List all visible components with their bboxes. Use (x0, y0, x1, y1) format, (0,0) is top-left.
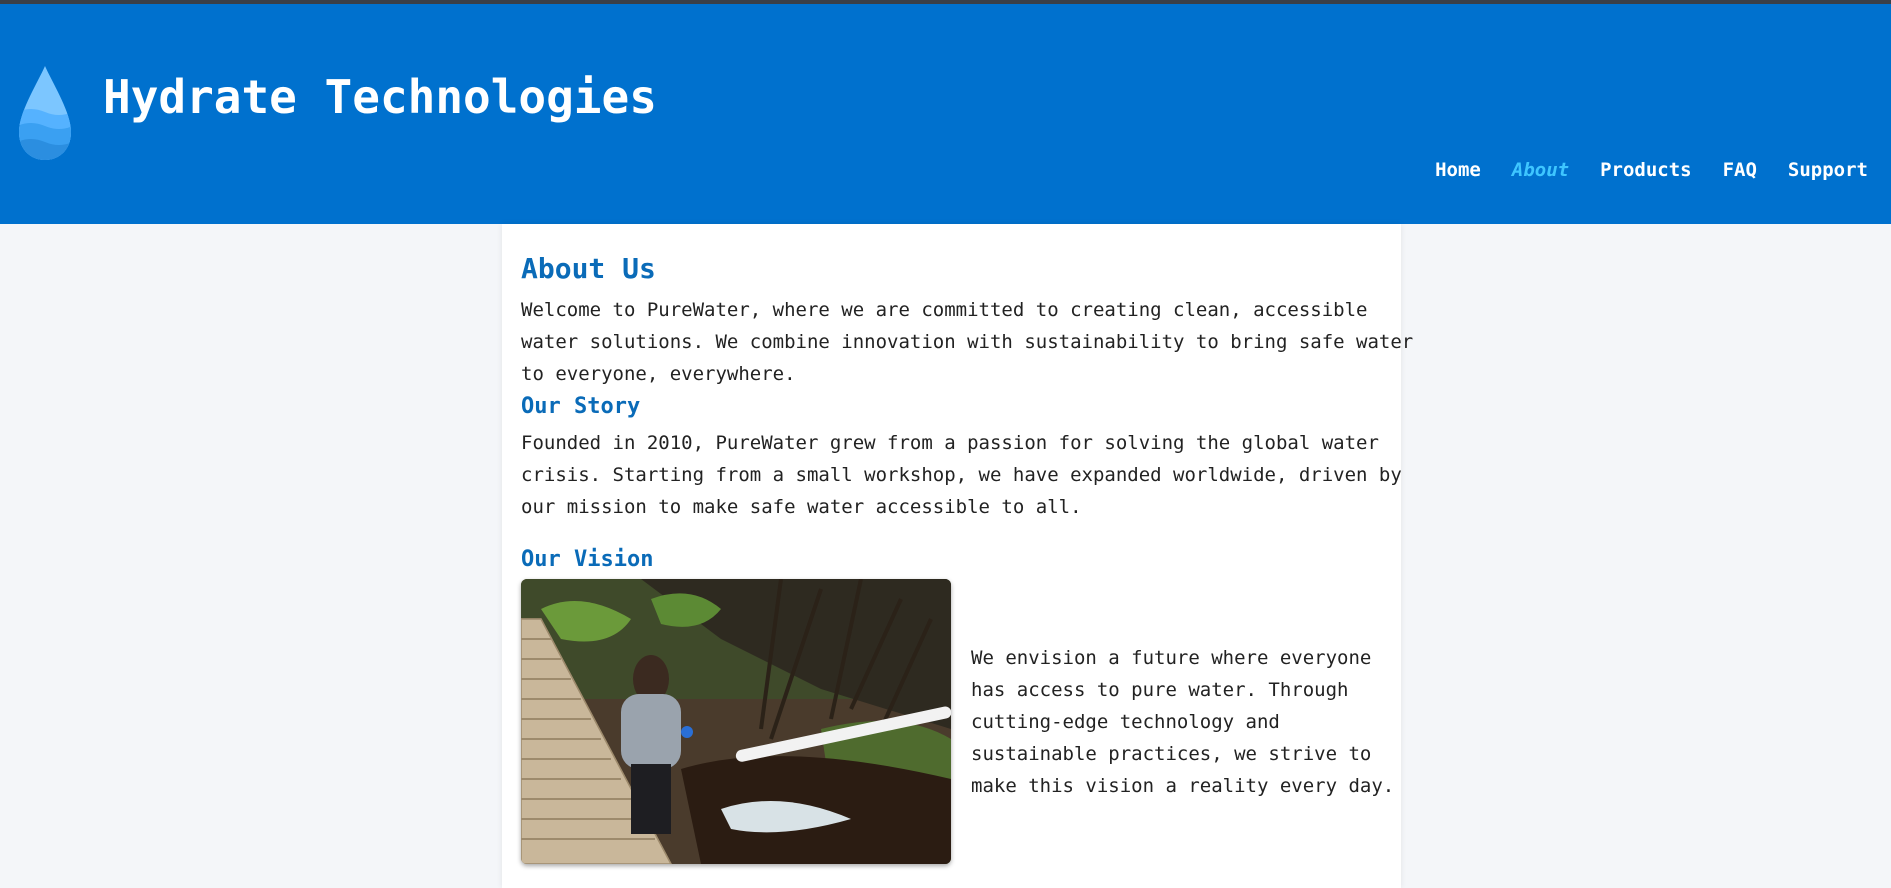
main-nav: Home About Products FAQ Support (1404, 159, 1868, 181)
vision-line: has access to pure water. Through (971, 679, 1349, 701)
nav-support-link[interactable]: Support (1788, 159, 1868, 181)
site-header: Hydrate Technologies Home About Products… (0, 4, 1891, 224)
nav-about-link[interactable]: About (1512, 159, 1569, 181)
intro-paragraph: Welcome to PureWater, where we are commi… (521, 294, 1414, 390)
story-line: crisis. Starting from a small workshop, … (521, 464, 1402, 486)
nav-faq-link[interactable]: FAQ (1723, 159, 1757, 181)
intro-line: water solutions. We combine innovation w… (521, 331, 1414, 353)
vision-photo-illustration (521, 579, 951, 864)
page-title: About Us (521, 252, 656, 285)
story-heading: Our Story (521, 394, 641, 419)
story-line: Founded in 2010, PureWater grew from a p… (521, 432, 1379, 454)
story-line: our mission to make safe water accessibl… (521, 496, 1082, 518)
vision-line: cutting-edge technology and (971, 711, 1280, 733)
site-title: Hydrate Technologies (103, 70, 657, 124)
vision-line: We envision a future where everyone (971, 647, 1372, 669)
vision-line: sustainable practices, we strive to (971, 743, 1372, 765)
story-paragraph: Founded in 2010, PureWater grew from a p… (521, 427, 1402, 523)
nav-products-link[interactable]: Products (1600, 159, 1692, 181)
vision-photo (521, 579, 951, 864)
water-drop-icon (19, 66, 71, 160)
vision-line: make this vision a reality every day. (971, 775, 1395, 797)
intro-line: to everyone, everywhere. (521, 363, 796, 385)
about-content-card: About Us Welcome to PureWater, where we … (502, 224, 1414, 888)
vision-heading: Our Vision (521, 547, 654, 572)
vision-paragraph: We envision a future where everyone has … (971, 642, 1395, 802)
intro-line: Welcome to PureWater, where we are commi… (521, 299, 1368, 321)
nav-home-link[interactable]: Home (1435, 159, 1481, 181)
